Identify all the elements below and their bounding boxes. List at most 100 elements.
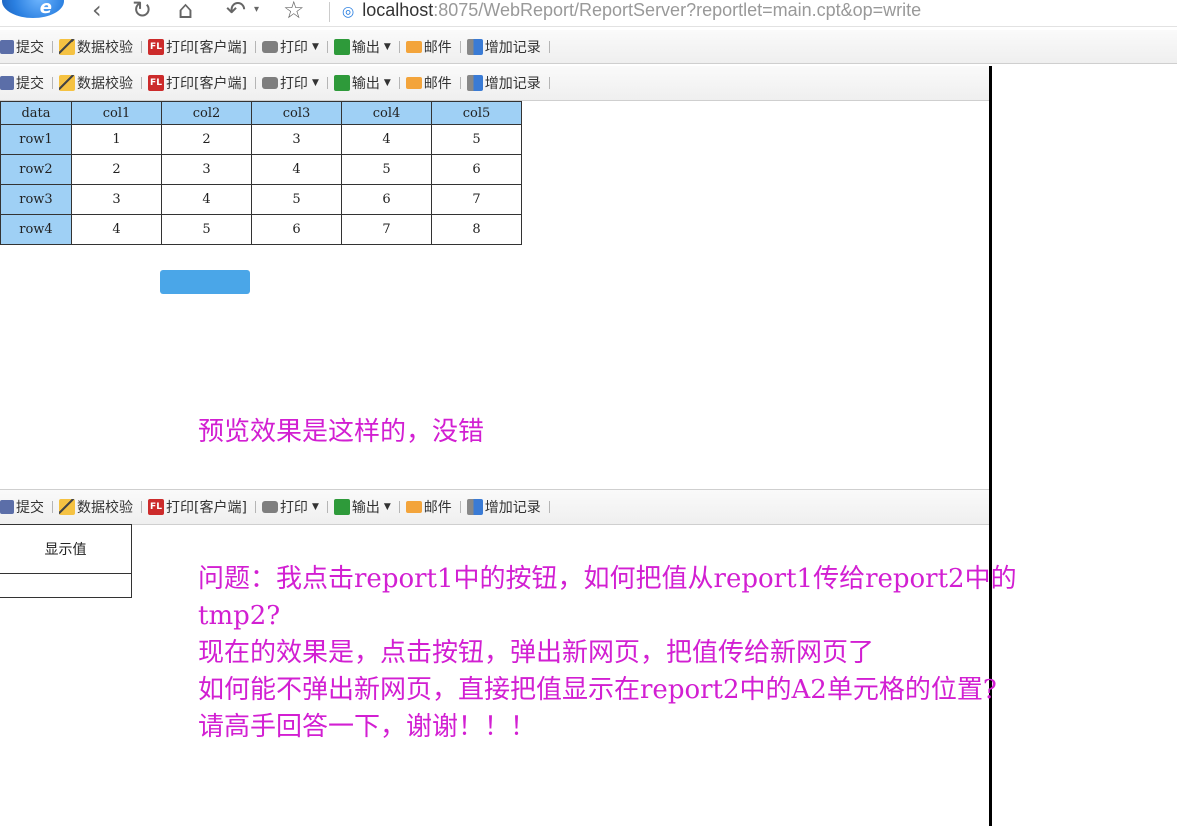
- divider: [141, 77, 142, 89]
- table-cell[interactable]: 8: [431, 214, 522, 245]
- print-client-button[interactable]: FL 打印[客户端]: [148, 73, 247, 93]
- validate-button[interactable]: 数据校验: [59, 37, 133, 57]
- mail-icon: [405, 501, 422, 513]
- shield-icon: ◎: [342, 3, 355, 19]
- table-cell[interactable]: 4: [341, 124, 432, 155]
- table-cell[interactable]: 6: [431, 154, 522, 185]
- favorite-star-icon[interactable]: ☆: [283, 0, 305, 23]
- divider: [398, 77, 400, 89]
- table-cell[interactable]: 4: [251, 154, 342, 185]
- validate-button[interactable]: 数据校验: [59, 73, 133, 93]
- header-cell: col3: [251, 101, 342, 125]
- printer-icon: [261, 77, 278, 89]
- submit-icon: [0, 76, 14, 90]
- header-cell: col1: [71, 101, 162, 125]
- validate-button[interactable]: 数据校验: [59, 497, 133, 517]
- divider: [52, 40, 53, 53]
- chevron-down-icon: ▼: [383, 78, 391, 88]
- chevron-down-icon: ▼: [311, 502, 319, 512]
- divider: [254, 77, 256, 89]
- table-cell[interactable]: 5: [431, 124, 522, 155]
- print-client-button[interactable]: FL 打印[客户端]: [148, 37, 247, 57]
- pdf-print-icon: FL: [148, 499, 164, 515]
- report1-toolbar: 提交 数据校验 FL 打印[客户端] 打印 ▼ 输出 ▼ 邮件 增加记录: [0, 66, 989, 101]
- refresh-icon[interactable]: ↻: [132, 0, 152, 23]
- printer-icon: [261, 40, 278, 53]
- divider: [326, 40, 328, 53]
- table-cell[interactable]: 3: [251, 124, 342, 155]
- table-cell[interactable]: 5: [341, 154, 432, 185]
- submit-button[interactable]: 提交: [0, 37, 44, 57]
- export-button[interactable]: 输出 ▼: [333, 497, 391, 517]
- mail-button[interactable]: 邮件: [405, 73, 452, 93]
- question-line: 如何能不弹出新网页，直接把值显示在report2中的A2单元格的位置?: [198, 675, 997, 705]
- export-icon: [333, 38, 350, 55]
- print-button[interactable]: 打印 ▼: [261, 497, 319, 517]
- tmp2-cell[interactable]: [0, 573, 132, 598]
- table-cell[interactable]: 7: [431, 184, 522, 215]
- chevron-down-icon: ▼: [383, 41, 391, 52]
- export-icon: [333, 499, 350, 515]
- table-cell[interactable]: 4: [161, 184, 252, 215]
- table-cell[interactable]: 6: [341, 184, 432, 215]
- divider: [254, 501, 256, 513]
- add-record-label: 增加记录: [484, 76, 541, 92]
- add-record-button[interactable]: 增加记录: [466, 37, 541, 57]
- home-icon[interactable]: ⌂: [178, 0, 193, 23]
- table-cell[interactable]: 4: [71, 214, 162, 245]
- table-cell[interactable]: 6: [251, 214, 342, 245]
- divider: [459, 77, 461, 89]
- add-record-button[interactable]: 增加记录: [466, 497, 541, 517]
- back-icon[interactable]: ‹: [92, 0, 102, 23]
- header-cell: data: [0, 101, 72, 125]
- address-bar: e ‹ ↻ ⌂ ↶ ▾ ☆ ◎ localhost:8075/WebReport/…: [0, 0, 1177, 27]
- table-cell[interactable]: 2: [71, 154, 162, 185]
- print-button[interactable]: 打印 ▼: [261, 73, 319, 93]
- validate-label: 数据校验: [77, 76, 133, 92]
- mail-button[interactable]: 邮件: [405, 497, 452, 517]
- table-cell[interactable]: 3: [71, 184, 162, 215]
- validate-label: 数据校验: [77, 39, 133, 56]
- export-label: 输出: [351, 76, 380, 92]
- export-button[interactable]: 输出 ▼: [333, 73, 391, 93]
- validate-icon: [59, 38, 75, 55]
- submit-button[interactable]: 提交: [0, 73, 44, 93]
- submit-label: 提交: [16, 39, 44, 56]
- divider: [52, 501, 53, 513]
- mail-button[interactable]: 邮件: [405, 37, 452, 57]
- divider: [329, 2, 330, 22]
- question-line: 现在的效果是，点击按钮，弹出新网页，把值传给新网页了: [198, 638, 875, 668]
- table-row: 显示值: [0, 524, 132, 574]
- chevron-down-icon: ▼: [383, 502, 391, 512]
- divider: [398, 501, 400, 513]
- url-field[interactable]: ◎ localhost:8075/WebReport/ReportServer?r…: [342, 0, 921, 23]
- print-label: 打印: [279, 76, 308, 92]
- frame-divider: [989, 66, 992, 826]
- divider: [459, 501, 461, 513]
- table-cell[interactable]: 2: [161, 124, 252, 155]
- divider: [398, 40, 400, 53]
- divider: [548, 501, 550, 513]
- browser-logo: e: [2, 0, 64, 18]
- table-header-row: data col1 col2 col3 col4 col5: [0, 101, 522, 125]
- print-button[interactable]: 打印 ▼: [261, 37, 319, 57]
- question-line: 问题：我点击report1中的按钮，如何把值从report1传给report2中…: [198, 564, 1017, 594]
- table-cell[interactable]: 5: [161, 214, 252, 245]
- export-button[interactable]: 输出 ▼: [333, 37, 391, 57]
- table-cell[interactable]: 7: [341, 214, 432, 245]
- undo-dropdown-icon[interactable]: ▾: [254, 0, 259, 23]
- mail-icon: [405, 40, 422, 53]
- submit-button[interactable]: 提交: [0, 497, 44, 517]
- add-record-icon: [466, 75, 483, 91]
- add-record-icon: [466, 38, 483, 55]
- add-record-button[interactable]: 增加记录: [466, 73, 541, 93]
- table-cell[interactable]: 3: [161, 154, 252, 185]
- report2-table: 显示值: [0, 524, 132, 598]
- divider: [548, 77, 550, 89]
- undo-icon[interactable]: ↶: [226, 0, 246, 23]
- pass-value-button[interactable]: [160, 270, 250, 294]
- header-cell: col2: [161, 101, 252, 125]
- table-cell[interactable]: 1: [71, 124, 162, 155]
- print-client-button[interactable]: FL 打印[客户端]: [148, 497, 247, 517]
- table-cell[interactable]: 5: [251, 184, 342, 215]
